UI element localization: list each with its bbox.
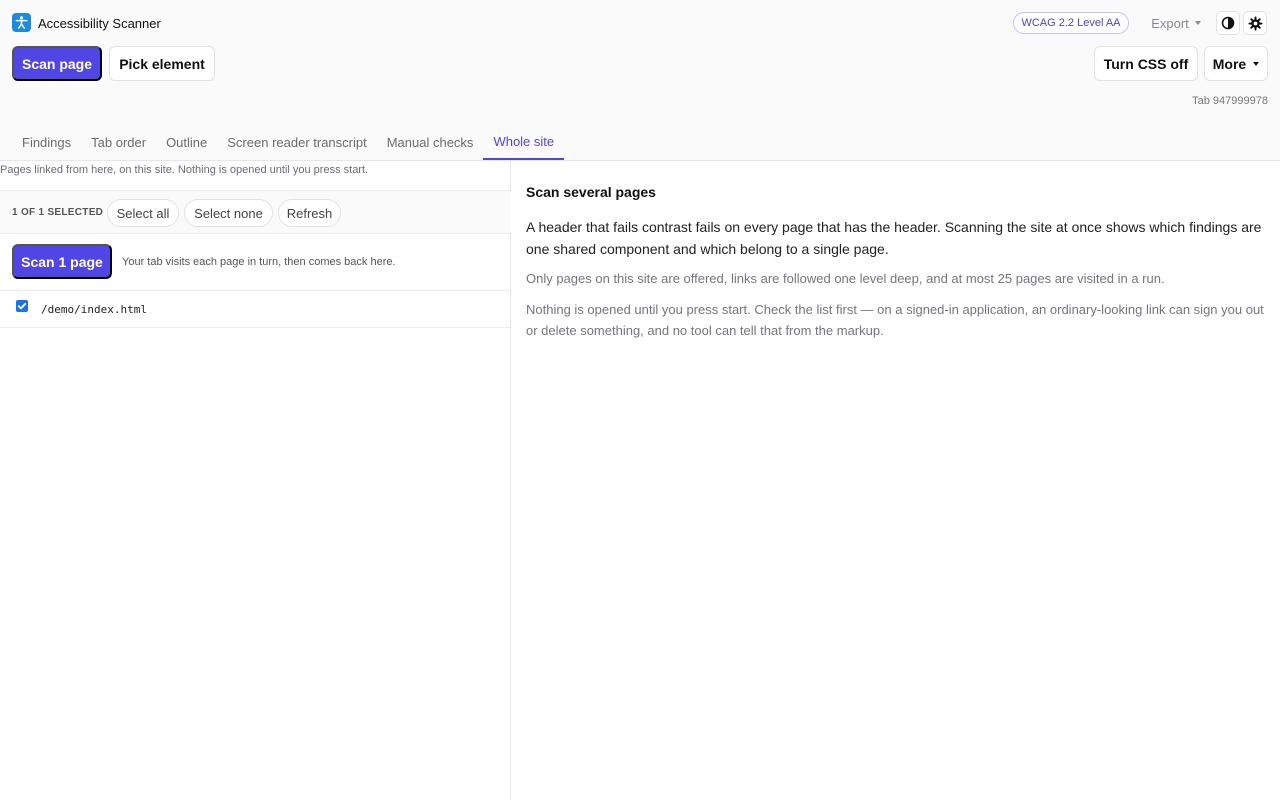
refresh-button[interactable]: Refresh [278,199,341,227]
export-button[interactable]: Export [1140,11,1212,35]
app-title: Accessibility Scanner [38,16,161,31]
scan-note: Your tab visits each page in turn, then … [122,256,396,268]
pages-panel: Pages linked from here, on this site. No… [0,161,511,800]
tab-tab-order[interactable]: Tab order [81,124,156,160]
header: Accessibility Scanner WCAG 2.2 Level AA … [0,0,1280,161]
accessibility-person-icon [12,13,31,32]
pick-element-button[interactable]: Pick element [109,46,215,81]
wcag-level-badge[interactable]: WCAG 2.2 Level AA [1013,12,1129,34]
more-label: More [1212,55,1247,72]
tab-bar: Findings Tab order Outline Screen reader… [12,124,565,161]
pages-description: Pages linked from here, on this site. No… [0,164,369,176]
tab-findings[interactable]: Findings [12,124,81,160]
select-none-button[interactable]: Select none [184,199,273,227]
scan-pages-button[interactable]: Scan 1 page [12,244,112,279]
page-checkbox[interactable] [16,300,28,312]
info-title: Scan several pages [526,184,656,200]
selection-toolbar: 1 OF 1 SELECTED Select all Select none R… [0,190,511,234]
list-item[interactable]: /demo/index.html [0,291,511,328]
scan-row: Scan 1 page Your tab visits each page in… [0,234,511,291]
select-all-button[interactable]: Select all [107,199,179,227]
gear-icon [1247,15,1263,31]
chevron-down-icon [1253,61,1260,66]
info-panel: Scan several pages A header that fails c… [512,161,1280,800]
selected-count: 1 OF 1 SELECTED [12,207,104,218]
contrast-icon [1221,16,1235,30]
settings-button[interactable] [1243,11,1267,35]
more-button[interactable]: More [1204,46,1268,81]
tab-manual-checks[interactable]: Manual checks [377,124,484,160]
page-path: /demo/index.html [41,303,147,316]
tab-id-label: Tab 947999978 [1192,95,1268,107]
tab-outline[interactable]: Outline [156,124,217,160]
export-label: Export [1151,15,1189,31]
chevron-down-icon [1194,21,1201,25]
tab-whole-site[interactable]: Whole site [483,124,565,160]
turn-css-off-button[interactable]: Turn CSS off [1094,46,1198,81]
info-paragraph-2: Only pages on this site are offered, lin… [526,271,1165,286]
info-paragraph-1: A header that fails contrast fails on ev… [526,219,1262,257]
check-icon [17,302,27,310]
scan-page-button[interactable]: Scan page [12,46,102,81]
info-paragraph-3: Nothing is opened until you press start.… [526,302,1264,338]
tab-screen-reader-transcript[interactable]: Screen reader transcript [217,124,376,160]
contrast-toggle-button[interactable] [1216,11,1240,35]
